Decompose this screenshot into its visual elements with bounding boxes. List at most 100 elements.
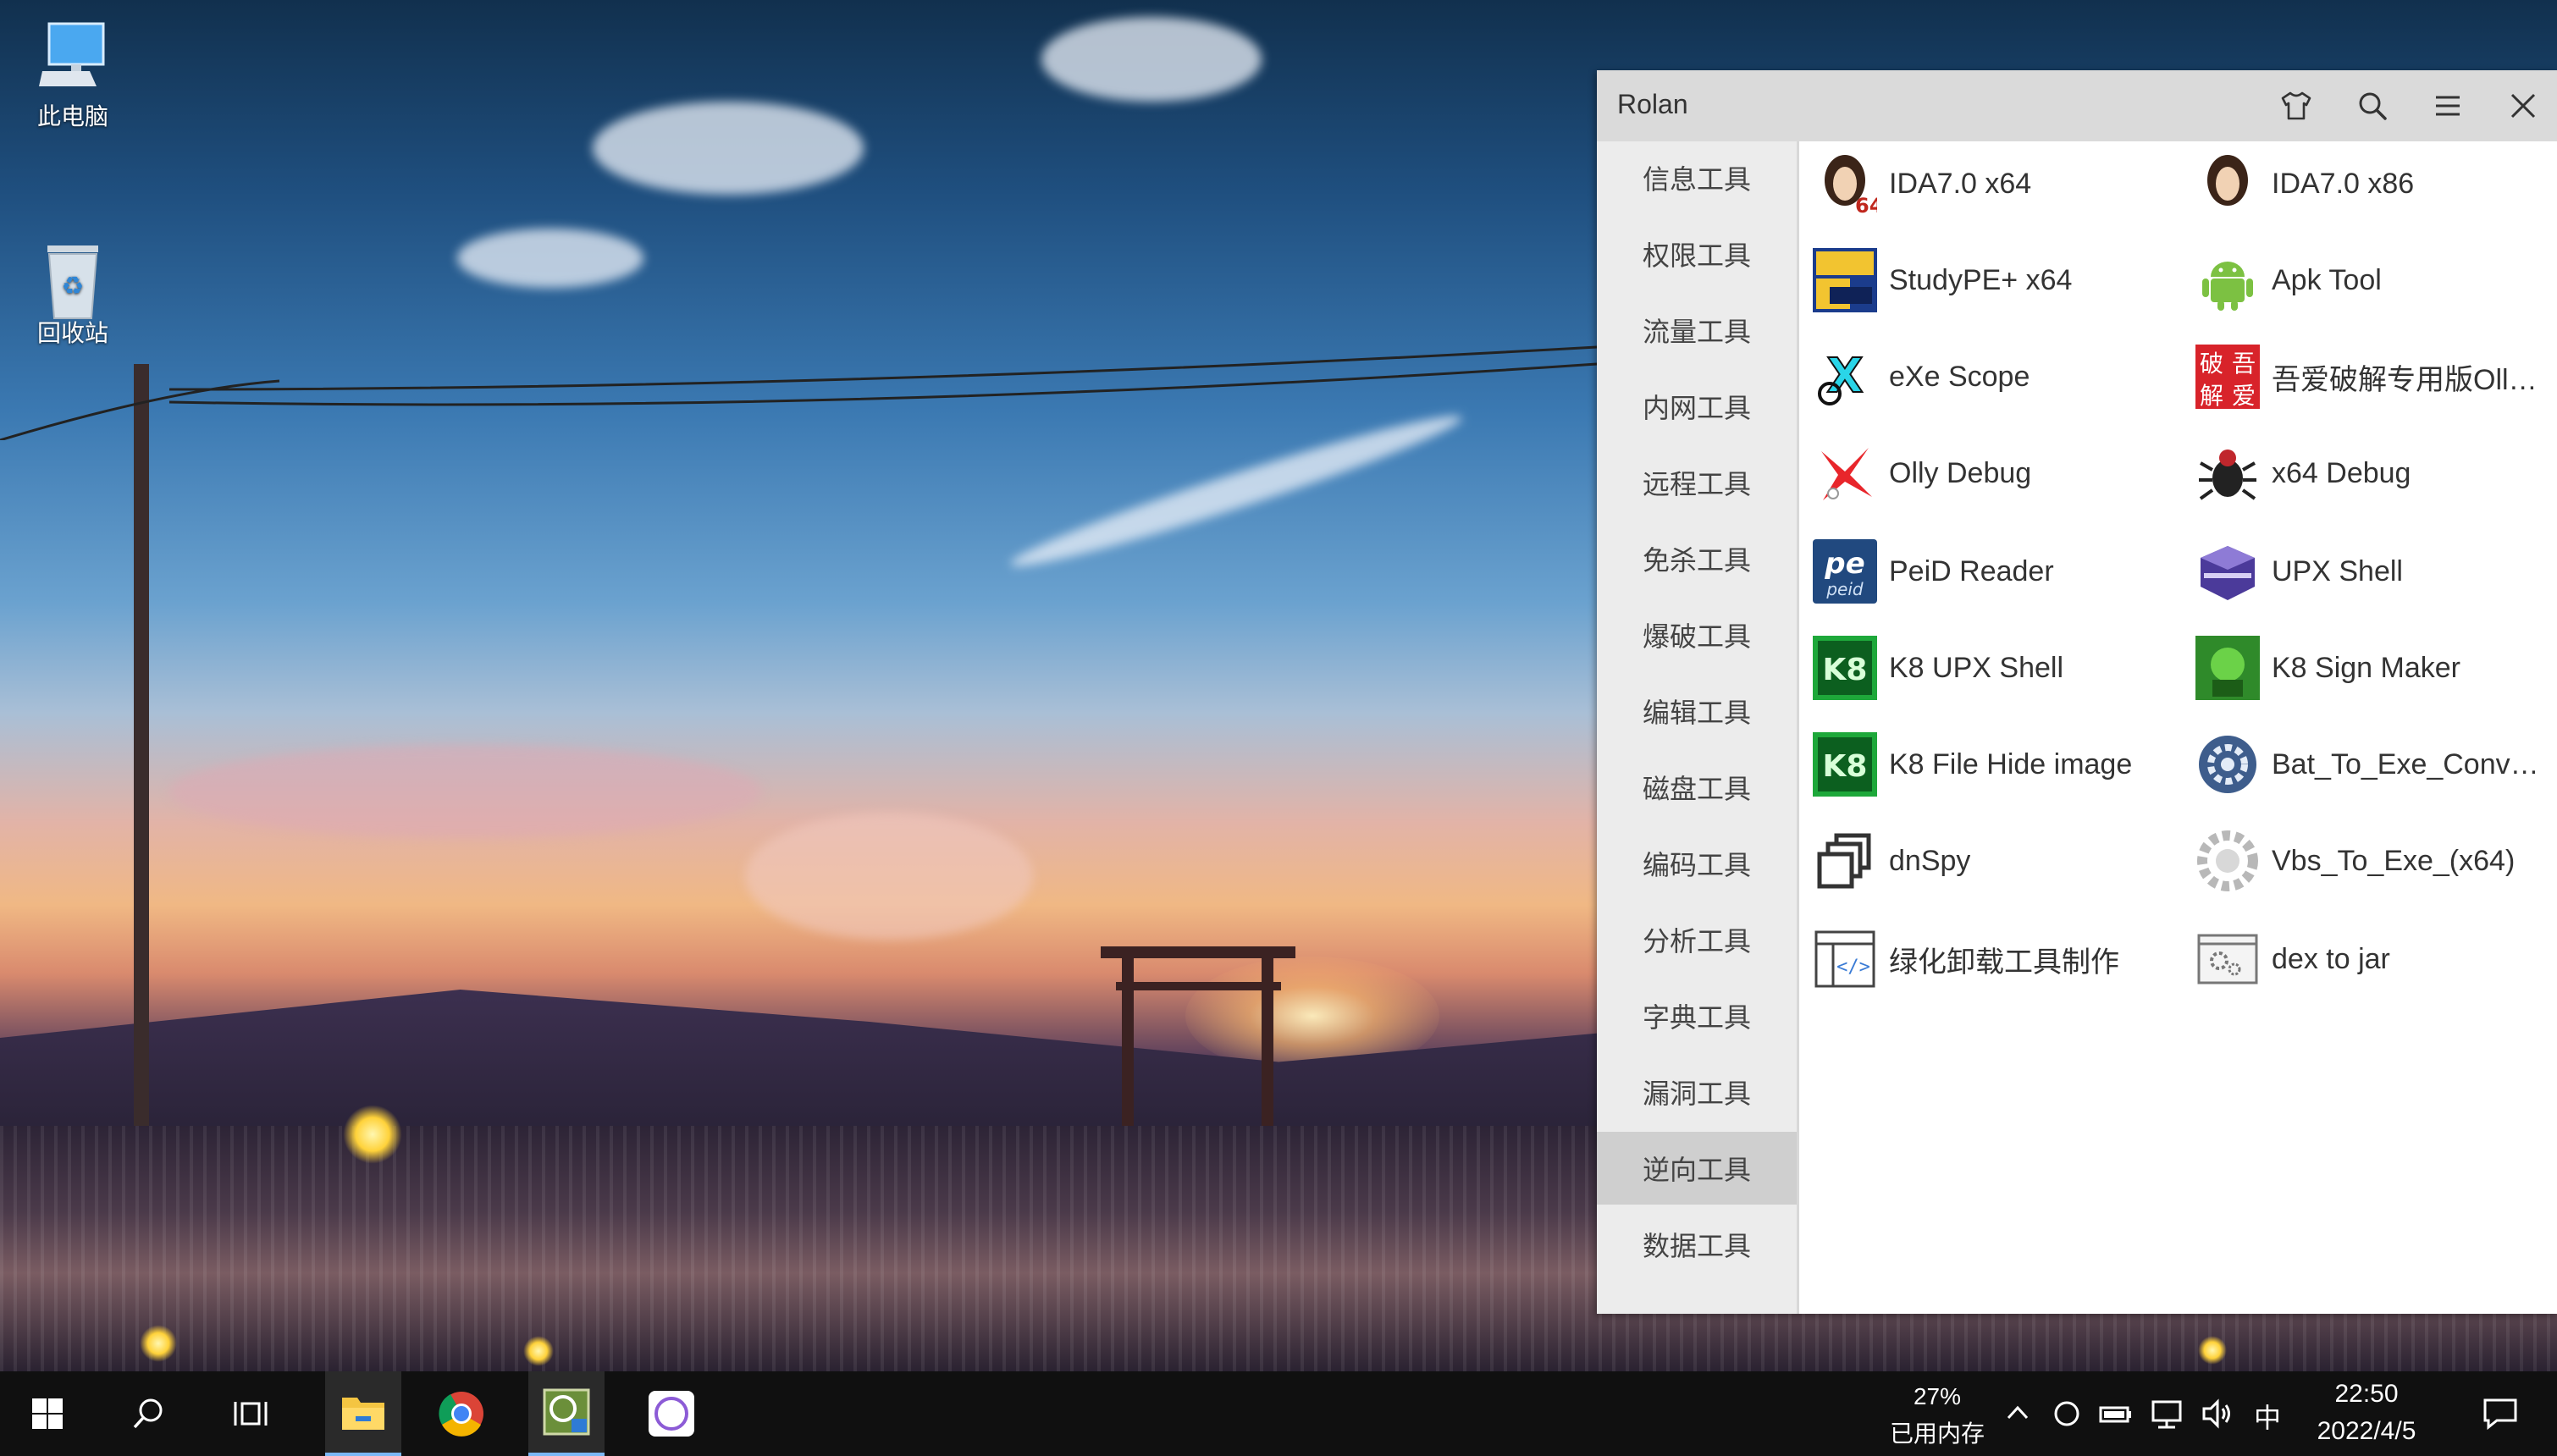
app-label: K8 UPX Shell (1889, 651, 2063, 684)
close-button[interactable] (2498, 82, 2549, 130)
app-item-ida-x86[interactable]: IDA7.0 x86 (2182, 141, 2414, 226)
task-view-button[interactable] (220, 1371, 281, 1456)
power-lines (0, 345, 1597, 440)
firefly (2198, 1336, 2227, 1365)
circle-app-button[interactable] (633, 1371, 710, 1456)
clock-date[interactable]: 2022/4/5 (2303, 1417, 2430, 1446)
app-item-k8-file-hide[interactable]: K8 K8 File Hide image (1799, 722, 2132, 807)
ime-indicator[interactable]: 中 (2250, 1397, 2284, 1436)
title-bar[interactable]: Rolan (1597, 70, 2557, 141)
sidebar-item-encoding[interactable]: 编码工具 (1597, 827, 1797, 900)
taskbar-search-button[interactable] (119, 1371, 179, 1456)
skin-button[interactable] (2271, 82, 2322, 130)
app-label: Vbs_To_Exe_(x64) (2272, 844, 2516, 877)
app-item-dnspy[interactable]: dnSpy (1799, 819, 1970, 903)
app-item-peid-reader[interactable]: pe peid PeiD Reader (1799, 529, 2054, 614)
sidebar-item-vulnerability[interactable]: 漏洞工具 (1597, 1056, 1797, 1128)
sidebar-item-dictionary[interactable]: 字典工具 (1597, 979, 1797, 1052)
chrome-button[interactable] (423, 1371, 500, 1456)
app-label: dex to jar (2272, 942, 2390, 975)
app-item-bat-to-exe[interactable]: Bat_To_Exe_Conver... (2182, 722, 2543, 807)
svg-text:吾: 吾 (2232, 350, 2256, 378)
sidebar-item-anti-av[interactable]: 免杀工具 (1597, 522, 1797, 595)
app-item-green-uninstall[interactable]: </> 绿化卸载工具制作 (1799, 917, 2119, 1001)
sidebar-item-reverse[interactable]: 逆向工具 (1597, 1132, 1797, 1205)
memory-percent[interactable]: 27% (1878, 1383, 1996, 1410)
sidebar-item-remote[interactable]: 远程工具 (1597, 446, 1797, 519)
sidebar-item-analysis[interactable]: 分析工具 (1597, 903, 1797, 976)
torii-post (1262, 957, 1273, 1126)
exescope-icon: X (1811, 343, 1879, 411)
app-item-x64-debug[interactable]: x64 Debug (2182, 431, 2411, 516)
svg-text:解: 解 (2200, 382, 2223, 409)
notification-icon (2483, 1398, 2517, 1431)
app-item-dex-to-jar[interactable]: dex to jar (2182, 917, 2390, 1001)
window-title: Rolan (1617, 89, 1688, 119)
svg-text:K8: K8 (1823, 749, 1868, 784)
sidebar-item-privilege[interactable]: 权限工具 (1597, 218, 1797, 290)
app-label: UPX Shell (2272, 554, 2403, 587)
x64dbg-bug-icon (2194, 439, 2262, 507)
tray-overflow-button[interactable] (1998, 1371, 2037, 1456)
sidebar-item-intranet[interactable]: 内网工具 (1597, 370, 1797, 443)
firefly (523, 1336, 554, 1366)
rolan-icon (543, 1388, 590, 1436)
desktop-icon-this-pc[interactable]: 此电脑 (22, 20, 124, 132)
app-label: PeiD Reader (1889, 554, 2054, 587)
svg-text:peid: peid (1825, 579, 1864, 599)
desktop-icon-recycle-bin[interactable]: ♻ 回收站 (22, 237, 124, 349)
settings-window-icon (2194, 925, 2262, 993)
cloud (169, 745, 762, 838)
sidebar-item-traffic[interactable]: 流量工具 (1597, 294, 1797, 367)
recycle-bin-icon: ♻ (37, 237, 108, 319)
app-item-upx-shell[interactable]: UPX Shell (2182, 529, 2403, 614)
tray-circle-button[interactable] (2047, 1371, 2086, 1456)
chrome-icon (439, 1392, 483, 1437)
volume-button[interactable] (2198, 1371, 2237, 1456)
app-item-vbs-to-exe[interactable]: Vbs_To_Exe_(x64) (2182, 819, 2515, 903)
ida-icon: 64 (1811, 150, 1879, 218)
svg-text:X: X (1826, 349, 1863, 404)
search-button[interactable] (2347, 82, 2398, 130)
skin-icon (2281, 91, 2311, 120)
sidebar-item-editor[interactable]: 编辑工具 (1597, 675, 1797, 747)
sidebar-item-disk[interactable]: 磁盘工具 (1597, 751, 1797, 824)
rolan-taskbar-button[interactable] (528, 1371, 605, 1456)
app-label: Bat_To_Exe_Conver... (2272, 747, 2543, 780)
app-item-studype[interactable]: StudyPE+ x64 (1799, 238, 2072, 323)
peid-icon: pe peid (1811, 538, 1879, 605)
firefly (343, 1105, 402, 1164)
search-icon (2359, 92, 2387, 120)
cloud (745, 813, 1033, 940)
battery-button[interactable] (2096, 1371, 2135, 1456)
sidebar-item-data[interactable]: 数据工具 (1597, 1208, 1797, 1281)
torii-gate-beam (1116, 982, 1281, 990)
start-button[interactable] (17, 1371, 78, 1456)
svg-text:</>: </> (1836, 957, 1870, 978)
clock-time[interactable]: 22:50 (2303, 1380, 2430, 1409)
app-label: x64 Debug (2272, 456, 2411, 489)
app-item-ida-x64[interactable]: 64 IDA7.0 x64 (1799, 141, 2031, 226)
app-item-k8-upx-shell[interactable]: K8 K8 UPX Shell (1799, 626, 2063, 710)
gear-icon (2194, 731, 2262, 798)
svg-text:破: 破 (2200, 350, 2223, 378)
cloud (593, 102, 864, 195)
app-item-52pojie-olly[interactable]: 破吾解爱 吾爱破解专用版Olly... (2182, 334, 2543, 419)
network-button[interactable] (2147, 1371, 2186, 1456)
svg-text:爱: 爱 (2232, 382, 2256, 409)
app-item-exe-scope[interactable]: X eXe Scope (1799, 334, 2030, 419)
app-item-olly-debug[interactable]: Olly Debug (1799, 431, 2031, 516)
app-item-k8-sign-maker[interactable]: K8 Sign Maker (2182, 626, 2460, 710)
app-label: Apk Tool (2272, 263, 2382, 296)
dnspy-icon (1811, 827, 1879, 895)
app-item-apk-tool[interactable]: Apk Tool (2182, 238, 2382, 323)
sidebar-item-info[interactable]: 信息工具 (1597, 141, 1797, 214)
firefly (140, 1325, 177, 1362)
menu-button[interactable] (2422, 82, 2473, 130)
app-label: 吾爱破解专用版Olly... (2272, 363, 2543, 396)
start-icon (32, 1398, 63, 1429)
app-label: StudyPE+ x64 (1889, 263, 2073, 296)
file-explorer-button[interactable] (325, 1371, 401, 1456)
sidebar-item-bruteforce[interactable]: 爆破工具 (1597, 598, 1797, 671)
notification-button[interactable] (2472, 1371, 2528, 1456)
